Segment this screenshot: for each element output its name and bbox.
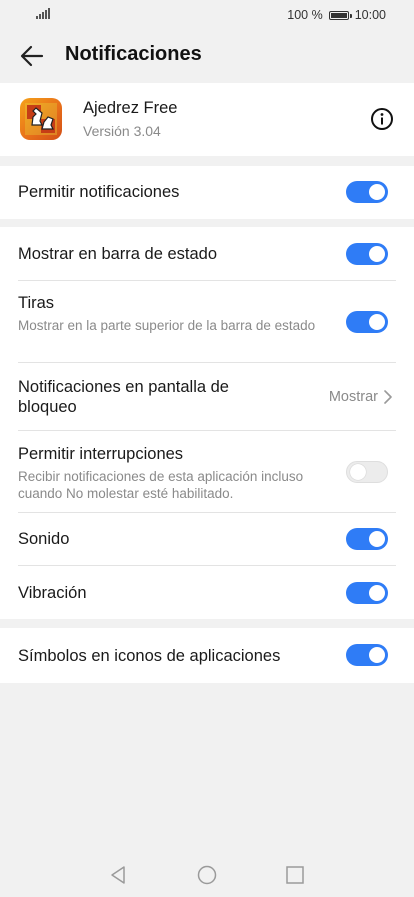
battery-percent: 100 % — [287, 8, 323, 22]
divider — [18, 362, 396, 363]
lock-screen-row[interactable]: Notificaciones en pantalla de bloqueo — [18, 377, 288, 417]
divider — [18, 565, 396, 566]
allow-notifications-card: Permitir notificaciones — [0, 166, 414, 219]
app-bar: Notificaciones — [0, 30, 414, 83]
app-version: Versión 3.04 — [83, 123, 161, 139]
back-arrow-icon[interactable] — [18, 42, 46, 70]
badges-card: Símbolos en iconos de aplicaciones — [0, 628, 414, 683]
nav-back-icon[interactable] — [108, 865, 128, 885]
battery-level — [330, 12, 347, 18]
notification-settings-card: Mostrar en barra de estado Tiras Mostrar… — [0, 227, 414, 619]
divider — [18, 280, 396, 281]
interruptions-row[interactable]: Permitir interrupciones Recibir notifica… — [18, 444, 318, 502]
vibration-toggle[interactable] — [346, 582, 388, 604]
app-header-card: Ajedrez Free Versión 3.04 — [0, 83, 414, 156]
page-title: Notificaciones — [65, 43, 202, 65]
banners-description: Mostrar en la parte superior de la barra… — [18, 318, 316, 333]
divider — [18, 430, 396, 431]
vibration-label: Vibración — [18, 584, 87, 602]
sound-toggle[interactable] — [346, 528, 388, 550]
sound-label: Sonido — [18, 530, 70, 548]
lock-screen-label: Notificaciones en pantalla de bloqueo — [18, 378, 229, 416]
banners-row[interactable]: Tiras Mostrar en la parte superior de la… — [18, 293, 318, 334]
badges-label: Símbolos en iconos de aplicaciones — [18, 647, 281, 665]
badges-toggle[interactable] — [346, 644, 388, 666]
status-bar-label: Mostrar en barra de estado — [18, 245, 218, 263]
battery-icon — [328, 10, 352, 20]
banners-toggle[interactable] — [346, 311, 388, 333]
status-bar: 100 % 10:00 — [0, 0, 414, 30]
divider — [18, 512, 396, 513]
allow-notifications-row[interactable]: Permitir notificaciones — [18, 182, 396, 202]
banners-label: Tiras — [18, 294, 55, 312]
allow-notifications-label: Permitir notificaciones — [18, 183, 180, 201]
navigation-bar — [0, 857, 414, 893]
app-icon — [20, 98, 62, 140]
nav-recents-icon[interactable] — [285, 865, 305, 885]
badges-row[interactable]: Símbolos en iconos de aplicaciones — [18, 646, 396, 666]
lock-screen-value-text: Mostrar — [328, 389, 378, 405]
status-bar-toggle[interactable] — [346, 243, 388, 265]
interruptions-description: Recibir notificaciones de esta aplicació… — [18, 469, 304, 501]
nav-home-icon[interactable] — [197, 865, 217, 885]
info-icon[interactable] — [370, 107, 394, 131]
app-name: Ajedrez Free — [83, 99, 178, 117]
allow-notifications-toggle[interactable] — [346, 181, 388, 203]
interruptions-toggle[interactable] — [346, 461, 388, 483]
interruptions-label: Permitir interrupciones — [18, 445, 184, 463]
chess-app-icon — [25, 103, 57, 135]
signal-icon — [36, 8, 50, 19]
vibration-row[interactable]: Vibración — [18, 583, 396, 603]
lock-screen-value[interactable]: Mostrar — [329, 389, 392, 405]
status-bar-row[interactable]: Mostrar en barra de estado — [18, 244, 396, 264]
sound-row[interactable]: Sonido — [18, 529, 396, 549]
clock: 10:00 — [354, 8, 386, 22]
chevron-right-icon — [384, 390, 392, 404]
